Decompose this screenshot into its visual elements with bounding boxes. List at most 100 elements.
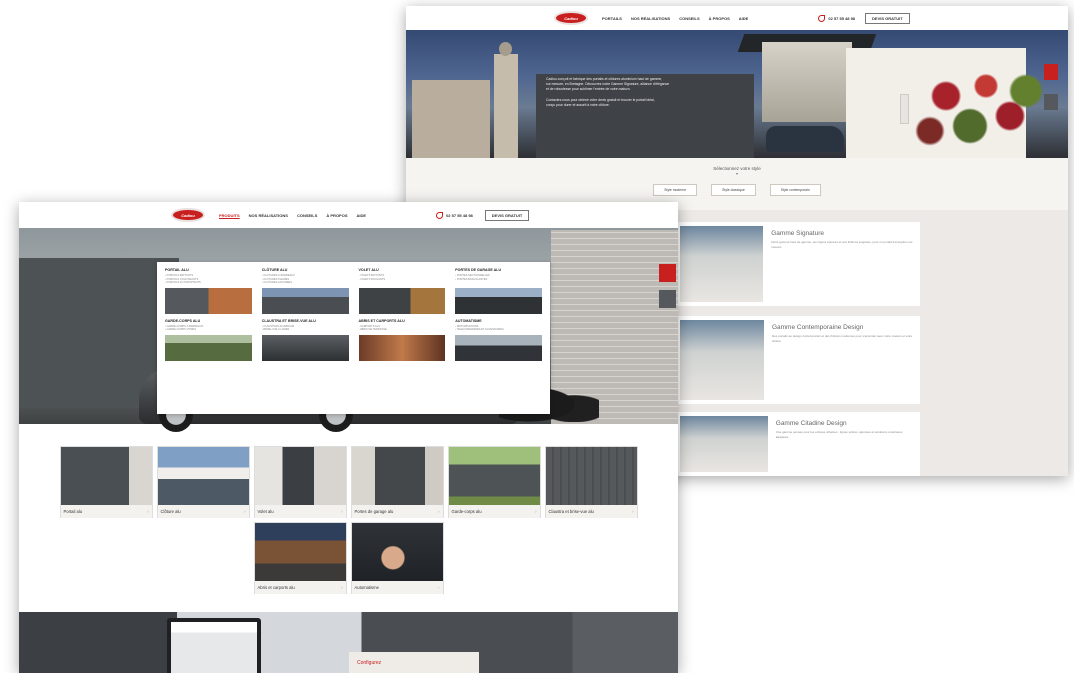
menu-heading[interactable]: PORTAIL ALU [165,268,252,272]
quote-button[interactable]: DEVIS GRATUIT [865,12,910,24]
configurator-card[interactable]: Configurez [349,652,479,673]
menu-thumbnail[interactable] [358,334,446,361]
chevron-right-icon: › [147,509,149,514]
range-card-signature[interactable]: Gamme Signature Notre gamme haut de gamme… [676,222,920,306]
side-config-icon[interactable] [659,290,676,308]
menu-item[interactable]: › TÉLÉCOMMANDES ET ACCESSOIRES [455,328,542,332]
tile-image [157,447,249,505]
chevron-right-icon: › [438,509,440,514]
menu-heading[interactable]: GARDE-CORPS ALU [165,319,252,323]
car [766,126,844,152]
side-quote-icon[interactable] [659,264,676,282]
logo[interactable]: Cadiou [554,11,588,25]
bottom-banner: Configurez [19,612,678,673]
menu-column-portes-garage[interactable]: PORTES DE GARAGE ALU › PORTES SECTIONNEL… [455,268,542,314]
product-tile-automatisme[interactable]: Automatisme › [350,522,444,594]
nav-link-aide[interactable]: AIDE [357,213,367,218]
menu-column-claustra[interactable]: CLAUSTRA ET BRISE-VUE ALU › CLAUSTRAS AL… [261,319,349,361]
product-tiles: Portail alu › Clôture alu › Volet alu › Por… [19,446,678,594]
menu-item[interactable]: › BRISE-VUE À LAMES [262,328,349,332]
chevron-right-icon: › [341,509,343,514]
product-tile-garde-corps[interactable]: Garde-corps alu › [447,446,541,518]
menu-heading[interactable]: AUTOMATISME [455,319,542,323]
style-button-contemporary[interactable]: Style contemporain [769,184,821,196]
side-config-icon[interactable] [1044,94,1058,110]
product-tile-claustra[interactable]: Claustra et brise-vue alu › [544,446,638,518]
nav-link-realisations[interactable]: NOS RÉALISATIONS [631,16,670,21]
menu-item[interactable]: › CLÔTURES AJOURÉES [262,281,349,285]
menu-column-abris[interactable]: ABRIS ET CARPORTS ALU › CARPORTS ALU › A… [358,319,446,361]
nav-link-conseils[interactable]: CONSEILS [679,16,699,21]
menu-thumbnail[interactable] [261,334,349,361]
logo-text: Cadiou [181,212,195,218]
menu-thumbnail[interactable] [261,287,349,314]
style-button-classic[interactable]: Style classique [711,184,756,196]
phone-number[interactable]: 02 57 55 48 98 [818,14,855,22]
menu-heading[interactable]: VOLET ALU [359,268,446,272]
menu-item[interactable]: › ABRIS DE TERRASSE [359,328,446,332]
tile-label: Claustra et brise-vue alu [548,509,594,514]
menu-thumbnail[interactable] [358,287,446,314]
back-hero-banner: Cadiou conçoit et fabrique des portails … [406,30,1068,158]
side-quote-icon[interactable] [1044,64,1058,80]
range-text: Notre gamme haut de gamme, aux lignes ép… [771,240,913,249]
logo[interactable]: Cadiou [171,208,205,222]
tile-image [351,447,443,505]
menu-thumbnail[interactable] [165,334,252,361]
products-mega-menu: PORTAIL ALU › PORTAILS BATTANTS › PORTAI… [157,262,550,414]
menu-column-automatisme[interactable]: AUTOMATISME › MOTORISATIONS › TÉLÉCOMMAN… [455,319,542,361]
menu-item-spacer [455,281,542,285]
range-card-contemporaine[interactable]: Gamme Contemporaine Design Des portails a… [676,316,920,404]
pillar-column [494,54,518,158]
front-page-screenshot: Cadiou PRODUITS NOS RÉALISATIONS CONSEIL… [19,202,678,673]
range-card-citadine[interactable]: Gamme Citadine Design Une gamme pensée po… [676,412,920,476]
menu-thumbnail[interactable] [455,334,542,361]
chevron-right-icon: › [632,509,634,514]
product-tile-portail[interactable]: Portail alu › [59,446,153,518]
nav-link-portails[interactable]: PORTAILS [602,16,622,21]
phone-number[interactable]: 02 57 55 48 98 [436,211,473,219]
style-button-modern[interactable]: Style moderne [653,184,698,196]
tile-image [254,447,346,505]
menu-heading[interactable]: PORTES DE GARAGE ALU [455,268,542,272]
menu-heading[interactable]: ABRIS ET CARPORTS ALU [359,319,446,323]
tile-label: Clôture alu [160,509,181,514]
chevron-right-icon: › [244,509,246,514]
range-image [680,416,768,472]
menu-heading[interactable]: CLAUSTRA ET BRISE-VUE ALU [262,319,349,323]
hero-text: Cadiou conçoit et fabrique des portails … [546,77,742,108]
front-navbar: Cadiou PRODUITS NOS RÉALISATIONS CONSEIL… [19,202,678,228]
nav-link-conseils[interactable]: CONSEILS [297,213,317,218]
chevron-right-icon: › [535,509,537,514]
menu-heading[interactable]: CLÔTURE ALU [262,268,349,272]
menu-column-garde-corps[interactable]: GARDE-CORPS ALU › GARDE-CORPS À BARREAUX… [165,319,252,361]
menu-item[interactable]: › GARDE-CORPS VITRÉS [165,328,252,332]
menu-column-portail[interactable]: PORTAIL ALU › PORTAILS BATTANTS › PORTAI… [165,268,252,314]
menu-thumbnail[interactable] [455,287,542,314]
front-hero-banner: PORTAIL ALU › PORTAILS BATTANTS › PORTAI… [19,228,678,432]
nav-link-realisations[interactable]: NOS RÉALISATIONS [249,213,288,218]
product-tile-portes-garage[interactable]: Portes de garage alu › [350,446,444,518]
menu-column-cloture[interactable]: CLÔTURE ALU › CLÔTURES À BARREAUX › CLÔT… [261,268,349,314]
nav-link-a-propos[interactable]: À PROPOS [709,16,730,21]
range-image [680,226,764,302]
nav-link-aide[interactable]: AIDE [739,16,749,21]
range-text: Une gamme pensée pour les entrées urbain… [775,430,903,439]
house [762,42,852,122]
menu-item[interactable]: › PORTAILS AUTOPORTANTS [165,281,252,285]
laptop-image [167,618,261,673]
product-tile-abris[interactable]: Abris et carports alu › [253,522,347,594]
quote-button[interactable]: DEVIS GRATUIT [484,209,530,221]
chevron-right-icon: › [438,585,440,590]
tile-label: Portail alu [63,509,83,514]
menu-item-spacer [359,281,446,285]
front-nav-links: PRODUITS NOS RÉALISATIONS CONSEILS À PRO… [219,213,366,218]
nav-link-a-propos[interactable]: À PROPOS [326,213,347,218]
range-title: Gamme Signature [771,230,824,237]
menu-thumbnail[interactable] [165,287,252,314]
product-tile-volet[interactable]: Volet alu › [253,446,347,518]
nav-link-produits[interactable]: PRODUITS [219,213,240,218]
product-tile-cloture[interactable]: Clôture alu › [156,446,250,518]
menu-column-volet[interactable]: VOLET ALU › VOLETS BATTANTS › VOLETS ROU… [358,268,446,314]
hero-text-line: conçu pour durer et assorti à votre clôt… [546,103,610,108]
